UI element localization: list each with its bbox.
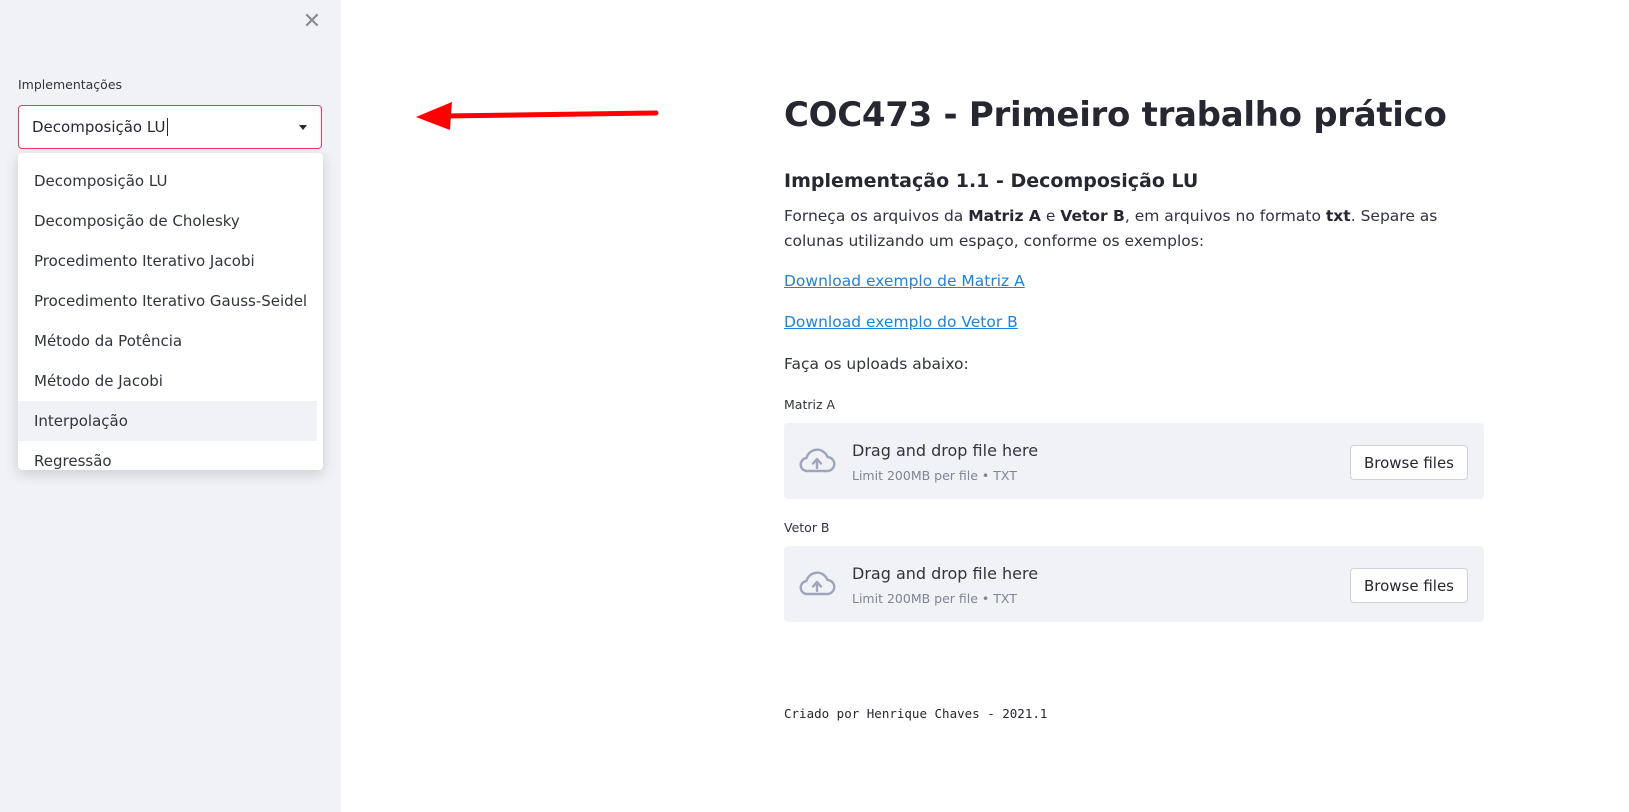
- footer-credit: Criado por Henrique Chaves - 2021.1: [784, 706, 1048, 721]
- browse-files-button[interactable]: Browse files: [1349, 445, 1468, 480]
- select-dropdown-menu[interactable]: Decomposição LU Decomposição de Cholesky…: [18, 153, 323, 470]
- intro-text: , em arquivos no formato: [1124, 207, 1326, 225]
- intro-text: e: [1040, 207, 1061, 225]
- intro-bold-txt: txt: [1325, 207, 1351, 225]
- red-arrow-annotation: [416, 102, 659, 130]
- option-regressao[interactable]: Regressão: [18, 441, 323, 470]
- page-title: COC473 - Primeiro trabalho prático: [784, 95, 1447, 135]
- option-decomposicao-lu[interactable]: Decomposição LU: [18, 161, 323, 201]
- close-icon[interactable]: ✕: [300, 10, 324, 34]
- implementation-select[interactable]: Decomposição LU: [18, 105, 322, 149]
- intro-text: Forneça os arquivos da: [784, 207, 969, 225]
- browse-files-button[interactable]: Browse files: [1349, 568, 1468, 603]
- option-iterativo-gauss-seidel[interactable]: Procedimento Iterativo Gauss-Seidel: [18, 281, 323, 321]
- intro-bold-vetor: Vetor B: [1060, 207, 1125, 225]
- cloud-upload-icon: [799, 571, 836, 596]
- download-vetor-b-link[interactable]: Download exemplo do Vetor B: [784, 313, 1018, 331]
- implementacoes-label: Implementações: [18, 77, 123, 92]
- intro-paragraph: Forneça os arquivos da Matriz A e Vetor …: [784, 204, 1484, 254]
- uploads-instruction: Faça os uploads abaixo:: [784, 355, 969, 373]
- vetor-b-label: Vetor B: [784, 520, 830, 535]
- vetor-b-uploader[interactable]: Drag and drop file here Limit 200MB per …: [784, 546, 1484, 622]
- matriz-a-label: Matriz A: [784, 397, 836, 412]
- cloud-upload-icon: [799, 448, 836, 473]
- file-limit-text: Limit 200MB per file • TXT: [852, 591, 1017, 606]
- matriz-a-uploader[interactable]: Drag and drop file here Limit 200MB per …: [784, 423, 1484, 499]
- chevron-down-icon[interactable]: [299, 125, 307, 130]
- option-metodo-jacobi[interactable]: Método de Jacobi: [18, 361, 323, 401]
- file-limit-text: Limit 200MB per file • TXT: [852, 468, 1017, 483]
- drop-zone-text: Drag and drop file here: [852, 441, 1039, 460]
- option-interpolacao[interactable]: Interpolação: [18, 401, 317, 441]
- sidebar: ✕ Implementações Decomposição LU Decompo…: [0, 0, 341, 812]
- select-value: Decomposição LU: [32, 118, 169, 136]
- download-matriz-a-link[interactable]: Download exemplo de Matriz A: [784, 272, 1025, 290]
- option-iterativo-jacobi[interactable]: Procedimento Iterativo Jacobi: [18, 241, 323, 281]
- option-metodo-potencia[interactable]: Método da Potência: [18, 321, 323, 361]
- option-decomposicao-cholesky[interactable]: Decomposição de Cholesky: [18, 201, 323, 241]
- intro-bold-matriz: Matriz A: [968, 207, 1041, 225]
- drop-zone-text: Drag and drop file here: [852, 564, 1039, 583]
- section-subtitle: Implementação 1.1 - Decomposição LU: [784, 170, 1199, 192]
